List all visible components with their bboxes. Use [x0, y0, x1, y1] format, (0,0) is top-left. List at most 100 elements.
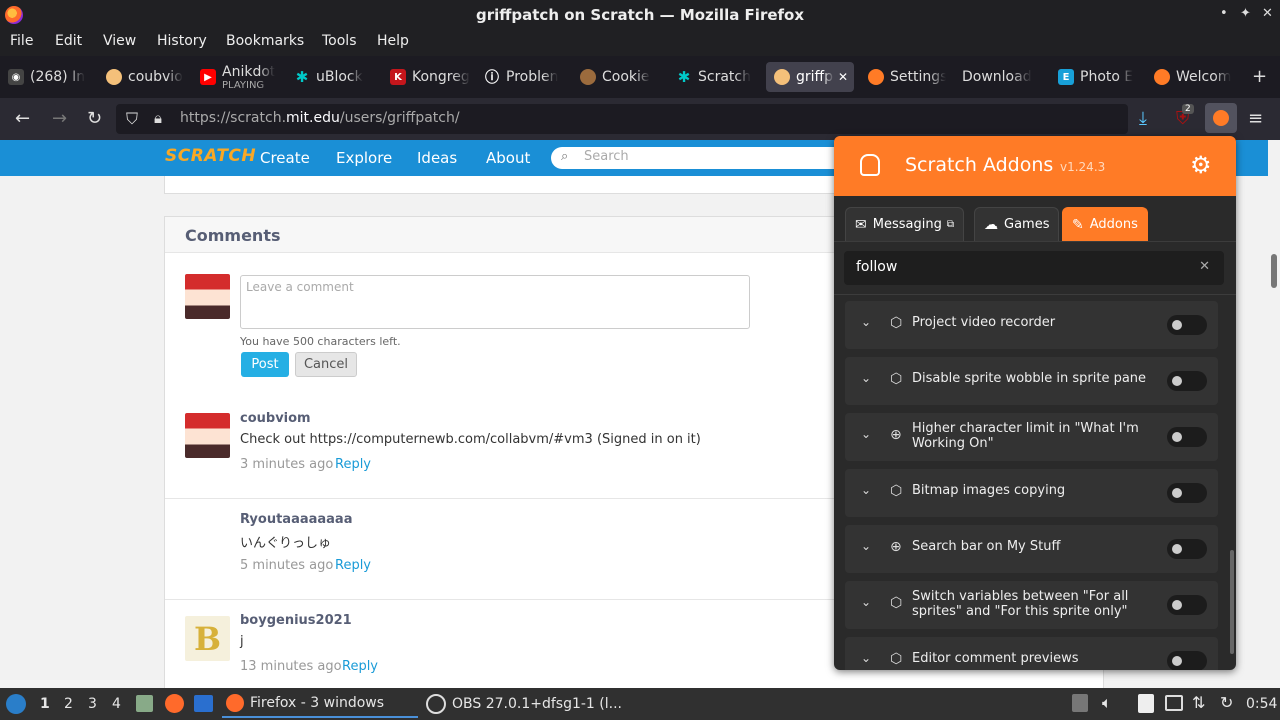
- forward-button[interactable]: →: [52, 108, 67, 129]
- addon-item[interactable]: ⌄ ⊕ Higher character limit in "What I'm …: [845, 413, 1218, 461]
- comment-avatar[interactable]: B: [185, 616, 230, 661]
- screen-icon[interactable]: [1165, 695, 1183, 711]
- taskbar-obs[interactable]: OBS 27.0.1+dfsg1-1 (l...: [422, 690, 622, 718]
- settings-gear-icon[interactable]: ⚙: [1190, 151, 1212, 179]
- scratch-search-input[interactable]: ⌕ Search: [551, 147, 851, 169]
- lock-icon[interactable]: 🔒︎: [154, 109, 162, 127]
- comment-textarea[interactable]: Leave a comment: [240, 275, 750, 329]
- nav-ideas[interactable]: Ideas: [417, 149, 457, 167]
- menu-history[interactable]: History: [157, 33, 207, 49]
- addon-item[interactable]: ⌄ ⬡ Project video recorder: [845, 301, 1218, 349]
- addon-item[interactable]: ⌄ ⊕ Search bar on My Stuff: [845, 525, 1218, 573]
- scratch-logo[interactable]: SCRATCH: [165, 146, 256, 166]
- firefox-launcher-icon[interactable]: [165, 694, 184, 713]
- nav-create[interactable]: Create: [260, 149, 310, 167]
- addon-toggle[interactable]: [1167, 483, 1207, 503]
- url-bar[interactable]: ⛉ 🔒︎ https://scratch.mit.edu/users/griff…: [116, 104, 1128, 134]
- tray-icon[interactable]: [1072, 694, 1088, 712]
- addon-toggle[interactable]: [1167, 651, 1207, 670]
- tab-inbox[interactable]: ◉ (268) In: [8, 62, 94, 92]
- workspace-4[interactable]: 4: [112, 696, 121, 712]
- addon-item[interactable]: ⌄ ⬡ Bitmap images copying: [845, 469, 1218, 517]
- shield-icon[interactable]: ⛉: [126, 109, 138, 129]
- page-scrollbar[interactable]: [1268, 140, 1280, 688]
- maximize-button[interactable]: ✦: [1240, 6, 1251, 21]
- file-manager-icon[interactable]: [136, 695, 153, 712]
- menu-file[interactable]: File: [10, 33, 33, 49]
- post-button[interactable]: Post: [241, 352, 289, 377]
- cancel-button[interactable]: Cancel: [295, 352, 357, 377]
- tab-photo-editor[interactable]: E Photo E: [1058, 62, 1138, 92]
- comment-author[interactable]: boygenius2021: [240, 613, 352, 628]
- tab-ublock[interactable]: ✱ uBlock: [294, 62, 374, 92]
- menu-help[interactable]: Help: [377, 33, 409, 49]
- chevron-down-icon[interactable]: ⌄: [861, 483, 871, 497]
- addon-toggle[interactable]: [1167, 315, 1207, 335]
- workspace-2[interactable]: 2: [64, 696, 73, 712]
- nav-about[interactable]: About: [486, 149, 530, 167]
- clipboard-icon[interactable]: [1138, 694, 1154, 713]
- wrench-icon: ✎: [1072, 216, 1084, 233]
- tab-settings[interactable]: Settings: [868, 62, 946, 92]
- tab-cookie[interactable]: Cookie: [580, 62, 660, 92]
- tab-addons[interactable]: ✎ Addons: [1062, 207, 1148, 241]
- close-window-button[interactable]: ✕: [1262, 6, 1273, 21]
- chevron-down-icon[interactable]: ⌄: [861, 371, 871, 385]
- tab-coubviom[interactable]: coubvio: [106, 62, 188, 92]
- reload-button[interactable]: ↻: [87, 108, 102, 129]
- addon-toggle[interactable]: [1167, 595, 1207, 615]
- chevron-down-icon[interactable]: ⌄: [861, 427, 871, 441]
- tab-problem[interactable]: ⓘ Problen: [484, 62, 564, 92]
- close-tab-icon[interactable]: ✕: [838, 70, 848, 84]
- nav-explore[interactable]: Explore: [336, 149, 392, 167]
- tab-anikdot[interactable]: ▶ Anikdot PLAYING: [200, 62, 282, 92]
- addon-item[interactable]: ⌄ ⬡ Editor comment previews: [845, 637, 1218, 670]
- start-menu-icon[interactable]: [6, 694, 26, 714]
- comment-avatar[interactable]: [185, 413, 230, 458]
- clear-search-icon[interactable]: ✕: [1199, 259, 1210, 274]
- tab-welcome[interactable]: Welcom: [1154, 62, 1234, 92]
- tab-griffpatch[interactable]: griffpa ✕: [766, 62, 854, 92]
- desktop-icon[interactable]: [194, 695, 213, 712]
- chevron-down-icon[interactable]: ⌄: [861, 651, 871, 665]
- chevron-down-icon[interactable]: ⌄: [861, 315, 871, 329]
- menu-bookmarks[interactable]: Bookmarks: [226, 33, 304, 49]
- volume-icon[interactable]: 🔈︎: [1102, 693, 1112, 713]
- workspace-1[interactable]: 1: [40, 696, 50, 712]
- comment-avatar[interactable]: [185, 533, 230, 578]
- reply-link[interactable]: Reply: [342, 659, 378, 674]
- chevron-down-icon[interactable]: ⌄: [861, 595, 871, 609]
- update-icon[interactable]: ↻: [1220, 693, 1233, 712]
- tab-games[interactable]: ☁ Games: [974, 207, 1060, 241]
- tab-scratch[interactable]: ✱ Scratch: [676, 62, 756, 92]
- workspace-3[interactable]: 3: [88, 696, 97, 712]
- reply-link[interactable]: Reply: [335, 558, 371, 573]
- search-icon: ⌕: [561, 149, 569, 164]
- menu-view[interactable]: View: [103, 33, 136, 49]
- addon-toggle[interactable]: [1167, 539, 1207, 559]
- comment-author[interactable]: Ryoutaaaaaaaa: [240, 512, 352, 527]
- menu-tools[interactable]: Tools: [322, 33, 357, 49]
- app-menu-icon[interactable]: ≡: [1248, 108, 1263, 129]
- addon-item[interactable]: ⌄ ⬡ Disable sprite wobble in sprite pane: [845, 357, 1218, 405]
- downloads-icon[interactable]: ⤓: [1139, 108, 1147, 129]
- tab-kongregate[interactable]: K Kongreg: [390, 62, 470, 92]
- tab-messaging[interactable]: ✉ Messaging ⧉: [845, 207, 964, 241]
- menu-edit[interactable]: Edit: [55, 33, 82, 49]
- chevron-down-icon[interactable]: ⌄: [861, 539, 871, 553]
- tab-download[interactable]: Download: [962, 62, 1044, 92]
- popup-scrollbar-thumb[interactable]: [1230, 550, 1234, 654]
- back-button[interactable]: ←: [15, 108, 30, 129]
- minimize-button[interactable]: •: [1220, 6, 1228, 21]
- addon-search-input[interactable]: follow ✕: [844, 251, 1224, 285]
- new-tab-button[interactable]: +: [1252, 66, 1267, 87]
- addon-toggle[interactable]: [1167, 427, 1207, 447]
- addon-item[interactable]: ⌄ ⬡ Switch variables between "For all sp…: [845, 581, 1218, 629]
- scratch-addons-extension-button[interactable]: [1205, 103, 1237, 133]
- taskbar-firefox[interactable]: Firefox - 3 windows: [222, 690, 418, 718]
- page-scrollbar-thumb[interactable]: [1271, 254, 1277, 288]
- network-icon[interactable]: ⇅: [1192, 693, 1205, 712]
- addon-toggle[interactable]: [1167, 371, 1207, 391]
- comment-author[interactable]: coubviom: [240, 411, 311, 426]
- reply-link[interactable]: Reply: [335, 457, 371, 472]
